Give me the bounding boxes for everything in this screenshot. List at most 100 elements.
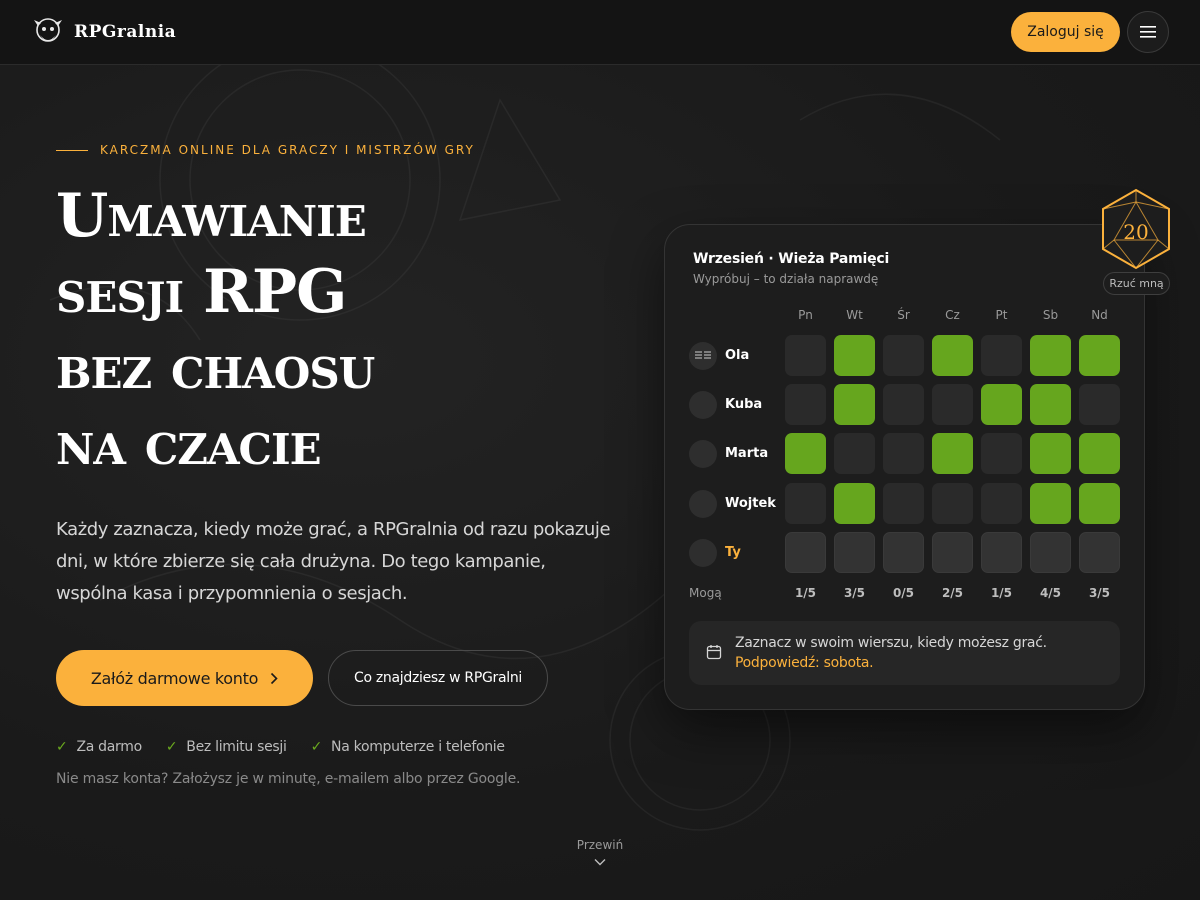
- availability-cell: [932, 384, 973, 425]
- day-header: Śr: [897, 308, 910, 322]
- my-availability-cell[interactable]: [932, 532, 973, 573]
- hero-title: Umawianie sesji RPG bez chaosu na czacie: [56, 178, 616, 482]
- availability-cell: [834, 483, 875, 524]
- player-avatar: [689, 539, 717, 567]
- my-availability-cell[interactable]: [1079, 532, 1120, 573]
- schedule-card: Wrzesień · Wieża Pamięci Wypróbuj – to d…: [664, 224, 1145, 710]
- availability-cell: [834, 384, 875, 425]
- availability-count: 3/5: [1088, 586, 1111, 600]
- availability-cell: [1079, 335, 1120, 376]
- availability-cell: [883, 483, 924, 524]
- check-icon: ✓: [310, 739, 323, 755]
- day-header: Pn: [798, 308, 813, 322]
- availability-cell: [883, 335, 924, 376]
- availability-cell: [1079, 433, 1120, 474]
- availability-cell: [834, 433, 875, 474]
- player-name: Ola: [725, 348, 750, 363]
- check-icon: ✓: [56, 739, 68, 755]
- scroll-hint[interactable]: Przewiń: [570, 838, 630, 866]
- hero-title-line: Umawianie: [56, 181, 367, 251]
- availability-cell: [981, 483, 1022, 524]
- hero-title-line: sesji RPG: [56, 257, 347, 327]
- hamburger-icon: [1140, 26, 1156, 38]
- hero-eyebrow: KARCZMA ONLINE DLA GRACZY I MISTRZÓW GRY: [56, 143, 475, 157]
- features-button[interactable]: Co znajdziesz w RPGralni: [328, 650, 548, 706]
- hero-title-line: bez chaosu: [56, 333, 375, 403]
- bearded-warrior-icon: [34, 18, 62, 42]
- player-avatar: [689, 391, 717, 419]
- login-button[interactable]: Zaloguj się: [1011, 12, 1120, 52]
- list-icon: [695, 351, 711, 359]
- day-header: Sb: [1042, 308, 1059, 322]
- availability-cell: [932, 483, 973, 524]
- perk-label: Za darmo: [76, 739, 142, 755]
- schedule-subtitle: Wypróbuj – to działa naprawdę: [693, 272, 879, 286]
- availability-count: 2/5: [941, 586, 964, 600]
- my-availability-cell[interactable]: [981, 532, 1022, 573]
- day-header: Cz: [945, 308, 960, 322]
- hint-main: Zaznacz w swoim wierszu, kiedy możesz gr…: [735, 635, 1047, 651]
- menu-button[interactable]: [1127, 11, 1169, 53]
- signup-note: Nie masz konta? Założysz je w minutę, e-…: [56, 771, 521, 787]
- availability-cell: [1030, 433, 1071, 474]
- my-availability-cell[interactable]: [785, 532, 826, 573]
- availability-count: 4/5: [1039, 586, 1062, 600]
- check-icon: ✓: [165, 739, 178, 755]
- perk-item: ✓ Za darmo: [56, 739, 142, 755]
- availability-cell: [932, 335, 973, 376]
- die-value: 20: [1123, 220, 1148, 244]
- availability-cell: [1030, 384, 1071, 425]
- schedule-title: Wrzesień · Wieża Pamięci: [693, 251, 890, 267]
- my-availability-cell[interactable]: [834, 532, 875, 573]
- my-availability-cell[interactable]: [1030, 532, 1071, 573]
- perk-item: ✓ Na komputerze i telefonie: [311, 739, 505, 755]
- availability-cell: [785, 384, 826, 425]
- player-name: Marta: [725, 446, 769, 461]
- availability-cell: [883, 433, 924, 474]
- day-header: Nd: [1091, 308, 1108, 322]
- count-label: Mogą: [689, 586, 722, 600]
- perks-list: ✓ Za darmo ✓ Bez limitu sesji ✓ Na kompu…: [56, 739, 505, 755]
- availability-cell: [1079, 384, 1120, 425]
- hero-description: Każdy zaznacza, kiedy może grać, a RPGra…: [56, 519, 611, 604]
- availability-cell: [785, 335, 826, 376]
- availability-cell: [1079, 483, 1120, 524]
- roll-die-button[interactable]: Rzuć mną: [1103, 272, 1170, 295]
- availability-count: 1/5: [990, 586, 1013, 600]
- player-avatar: [689, 342, 717, 370]
- availability-cell: [883, 384, 924, 425]
- availability-cell: [785, 483, 826, 524]
- calendar-icon: [706, 645, 722, 660]
- hint-text: Zaznacz w swoim wierszu, kiedy możesz gr…: [735, 633, 1047, 673]
- chevron-down-icon: [594, 859, 606, 866]
- availability-count: 0/5: [892, 586, 915, 600]
- perk-label: Na komputerze i telefonie: [331, 739, 505, 755]
- brand-logo[interactable]: RPGralnia: [30, 14, 176, 50]
- my-availability-cell[interactable]: [883, 532, 924, 573]
- player-avatar: [689, 440, 717, 468]
- perk-item: ✓ Bez limitu sesji: [166, 739, 287, 755]
- player-name: Ty: [725, 545, 741, 560]
- availability-cell: [834, 335, 875, 376]
- hero-title-line: na czacie: [56, 409, 322, 479]
- player-avatar: [689, 490, 717, 518]
- chevron-right-icon: [271, 672, 278, 684]
- availability-count: 3/5: [843, 586, 866, 600]
- day-header: Wt: [846, 308, 863, 322]
- eyebrow-text: KARCZMA ONLINE DLA GRACZY I MISTRZÓW GRY: [100, 143, 475, 157]
- availability-cell: [981, 384, 1022, 425]
- availability-cell: [981, 433, 1022, 474]
- create-account-button[interactable]: Załóż darmowe konto: [56, 650, 313, 706]
- player-name: Kuba: [725, 397, 763, 412]
- brand-name: RPGralnia: [74, 22, 177, 42]
- d20-die-icon[interactable]: 20: [1100, 188, 1172, 270]
- availability-cell: [785, 433, 826, 474]
- player-name: Wojtek: [725, 496, 776, 511]
- perk-label: Bez limitu sesji: [186, 739, 287, 755]
- availability-cell: [1030, 335, 1071, 376]
- availability-count: 1/5: [794, 586, 817, 600]
- hint-box: Zaznacz w swoim wierszu, kiedy możesz gr…: [689, 621, 1120, 685]
- create-account-label: Załóż darmowe konto: [90, 668, 259, 688]
- day-header: Pt: [995, 308, 1008, 322]
- top-navbar: RPGralnia Zaloguj się: [0, 0, 1200, 65]
